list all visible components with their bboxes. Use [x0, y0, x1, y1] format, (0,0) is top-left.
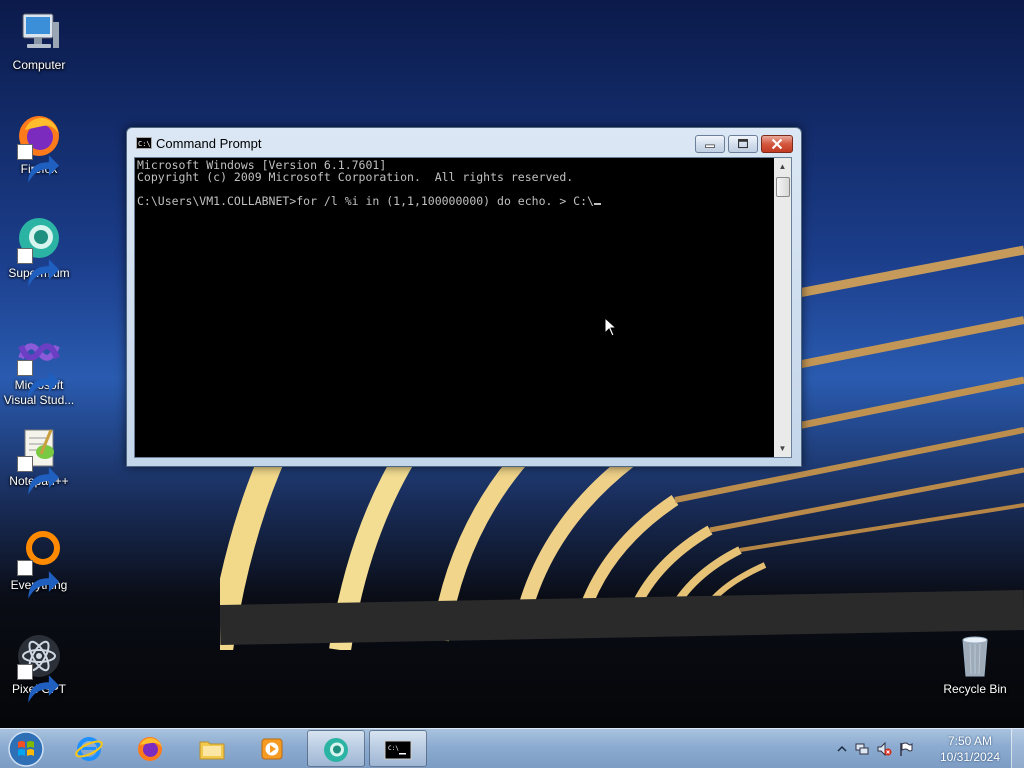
shortcut-arrow-icon [17, 144, 60, 183]
command-prompt-window[interactable]: C:\ Command Prompt Microsoft Windows [Ve… [126, 127, 802, 467]
internet-explorer-icon [75, 737, 103, 761]
network-icon [855, 743, 869, 755]
minimize-icon [705, 144, 715, 148]
firefox-icon [138, 737, 162, 761]
show-desktop-button[interactable] [1011, 729, 1024, 769]
shortcut-arrow-icon [17, 664, 60, 703]
maximize-button[interactable] [728, 135, 758, 153]
taskbar-firefox[interactable] [122, 730, 180, 767]
minimize-button[interactable] [695, 135, 725, 153]
shortcut-arrow-icon [17, 456, 60, 495]
folder-icon [199, 741, 225, 760]
desktop-icon-supermium[interactable]: Supermium [0, 216, 78, 287]
clock[interactable]: 7:50 AM 10/31/2024 [935, 733, 1005, 765]
svg-text:C:\: C:\ [388, 745, 399, 752]
window-titlebar[interactable]: C:\ Command Prompt [127, 128, 801, 158]
console-area[interactable]: Microsoft Windows [Version 6.1.7601] Copy… [134, 157, 792, 458]
console-line: Copyright (c) 2009 Microsoft Corporation… [137, 170, 574, 184]
media-player-icon [261, 738, 283, 760]
window-title: Command Prompt [156, 136, 262, 151]
supermium-icon [15, 216, 63, 287]
desktop-icon-everything[interactable]: Everything [0, 528, 78, 599]
everything-icon [15, 528, 63, 599]
cmd-icon: C:\ [384, 740, 412, 760]
supermium-icon [324, 738, 348, 762]
volume-tray-icon[interactable] [876, 741, 892, 757]
visual-studio-icon [15, 328, 63, 399]
chevron-up-icon [837, 745, 847, 752]
taskbar: C:\ 7:50 AM 10/31/2024 [0, 728, 1024, 769]
desktop-icon-firefox[interactable]: Firefox [0, 112, 78, 183]
console-input-line: C:\Users\VM1.COLLABNET>for /l %i in (1,1… [137, 195, 771, 207]
console-command: C:\Users\VM1.COLLABNET>for /l %i in (1,1… [137, 194, 594, 208]
vertical-scrollbar[interactable]: ▲ ▼ [774, 158, 791, 457]
taskbar-supermium[interactable] [307, 730, 365, 767]
scroll-up-arrow-icon[interactable]: ▲ [774, 158, 791, 175]
close-icon [771, 138, 783, 150]
mouse-pointer-icon [604, 317, 617, 337]
desktop-icon-visual-studio[interactable]: Microsoft Visual Stud... [0, 328, 78, 408]
computer-icon [15, 8, 63, 56]
close-button[interactable] [761, 135, 793, 153]
action-center-tray-icon[interactable] [898, 741, 914, 757]
system-tray: 7:50 AM 10/31/2024 [834, 729, 1024, 769]
taskbar-internet-explorer[interactable] [61, 730, 119, 767]
taskbar-command-prompt[interactable]: C:\ [369, 730, 427, 767]
cmd-app-icon[interactable]: C:\ [136, 137, 152, 149]
clock-date: 10/31/2024 [939, 750, 1001, 764]
flag-icon [900, 742, 913, 756]
console-output[interactable]: Microsoft Windows [Version 6.1.7601] Copy… [137, 159, 771, 207]
taskbar-file-explorer[interactable] [184, 730, 242, 767]
windows-logo-icon [8, 731, 44, 767]
shortcut-arrow-icon [17, 560, 60, 599]
scrollbar-thumb[interactable] [776, 177, 790, 197]
text-cursor [593, 203, 601, 205]
start-button[interactable] [6, 730, 46, 768]
desktop-icon-label: Computer [12, 58, 66, 72]
taskbar-media-player[interactable] [244, 730, 302, 767]
shortcut-arrow-icon [17, 248, 60, 287]
desktop-icon-label: Recycle Bin [943, 682, 1007, 696]
network-tray-icon[interactable] [854, 741, 870, 757]
desktop-icon-computer[interactable]: Computer [0, 8, 78, 73]
desktop-icon-pixel-gpt[interactable]: Pixel GPT [0, 632, 78, 703]
scroll-down-arrow-icon[interactable]: ▼ [774, 440, 791, 457]
recycle-bin-icon [951, 632, 999, 680]
shortcut-arrow-icon [17, 360, 60, 399]
desktop-icon-recycle-bin[interactable]: Recycle Bin [936, 632, 1014, 697]
pixel-gpt-icon [15, 632, 63, 703]
notepadpp-icon [15, 424, 63, 495]
show-hidden-icons-button[interactable] [834, 741, 850, 757]
firefox-icon [15, 112, 63, 183]
desktop-icon-notepadpp[interactable]: Notepad++ [0, 424, 78, 495]
desktop: Computer Firefox Supermium [0, 0, 1024, 728]
maximize-icon [738, 139, 748, 149]
clock-time: 7:50 AM [947, 734, 993, 748]
volume-muted-icon [877, 741, 892, 757]
